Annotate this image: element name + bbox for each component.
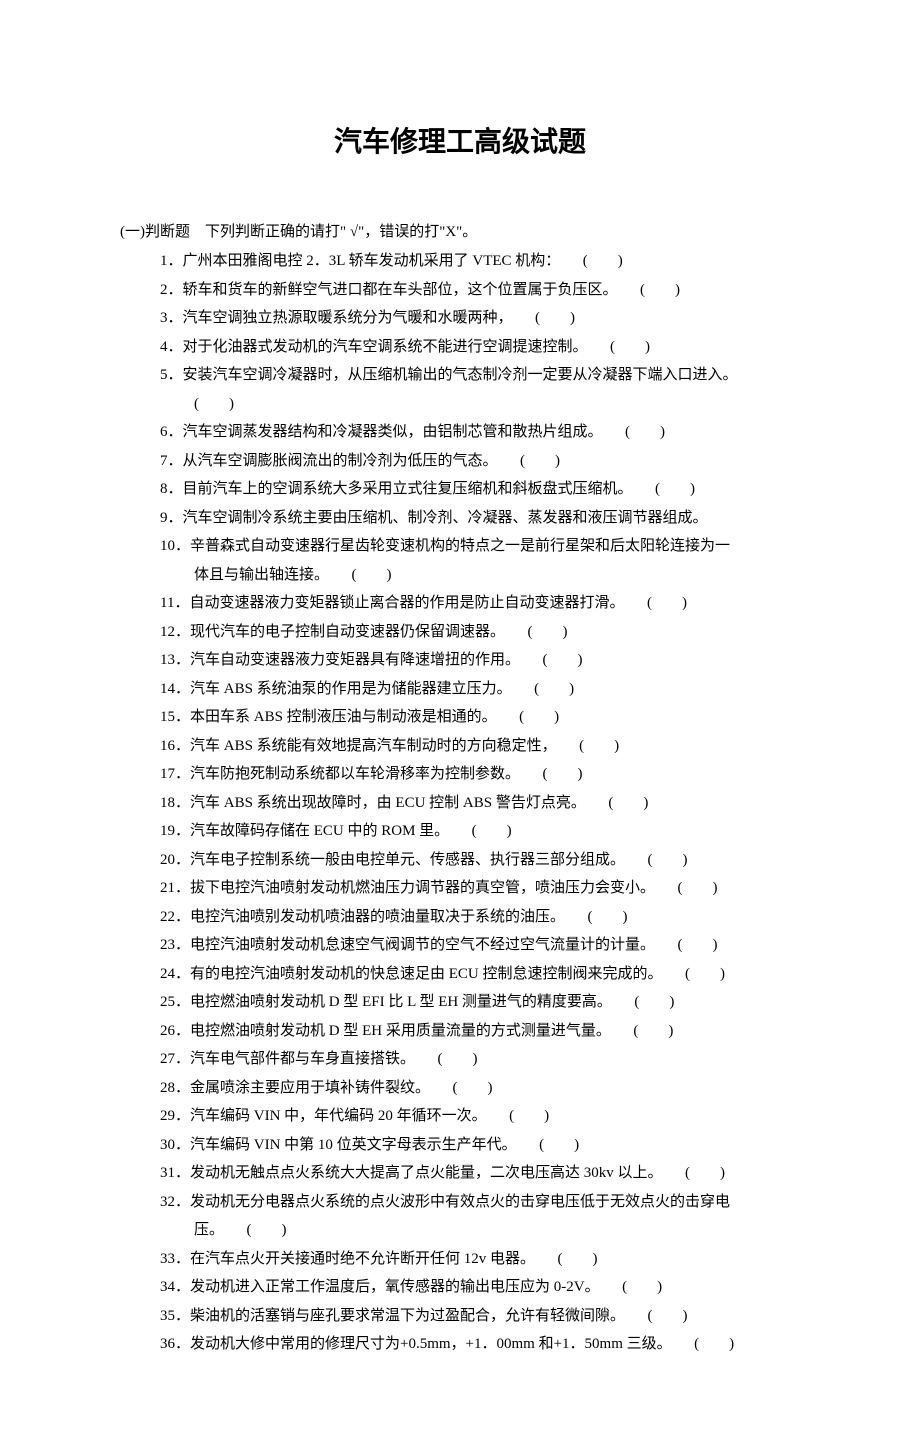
question-item: 21．拔下电控汽油喷射发动机燃油压力调节器的真空管，喷油压力会变小。 ( ) bbox=[160, 874, 800, 903]
question-item: 25．电控燃油喷射发动机 D 型 EFI 比 L 型 EH 测量进气的精度要高。… bbox=[160, 988, 800, 1017]
question-item: 9．汽车空调制冷系统主要由压缩机、制冷剂、冷凝器、蒸发器和液压调节器组成。 bbox=[160, 504, 800, 533]
question-item-continuation: 体且与输出轴连接。 ( ) bbox=[160, 561, 800, 590]
question-item: 19．汽车故障码存储在 ECU 中的 ROM 里。 ( ) bbox=[160, 817, 800, 846]
question-item: 8．目前汽车上的空调系统大多采用立式往复压缩机和斜板盘式压缩机。 ( ) bbox=[160, 475, 800, 504]
question-item: 4．对于化油器式发动机的汽车空调系统不能进行空调提速控制。 ( ) bbox=[160, 333, 800, 362]
question-item: 20．汽车电子控制系统一般由电控单元、传感器、执行器三部分组成。 ( ) bbox=[160, 846, 800, 875]
question-item: 28．金属喷涂主要应用于填补铸件裂纹。 ( ) bbox=[160, 1074, 800, 1103]
question-item: 7．从汽车空调膨胀阀流出的制冷剂为低压的气态。 ( ) bbox=[160, 447, 800, 476]
question-item: 24．有的电控汽油喷射发动机的快怠速足由 ECU 控制怠速控制阀来完成的。 ( … bbox=[160, 960, 800, 989]
document-page: 汽车修理工高级试题 (一)判断题 下列判断正确的请打" √"，错误的打"X"。 … bbox=[0, 0, 920, 1439]
question-item: 16．汽车 ABS 系统能有效地提高汽车制动时的方向稳定性， ( ) bbox=[160, 732, 800, 761]
question-item: 10．辛普森式自动变速器行星齿轮变速机构的特点之一是前行星架和后太阳轮连接为一 bbox=[160, 532, 800, 561]
question-item: 23．电控汽油喷射发动机怠速空气阀调节的空气不经过空气流量计的计量。 ( ) bbox=[160, 931, 800, 960]
question-item: 12．现代汽车的电子控制自动变速器仍保留调速器。 ( ) bbox=[160, 618, 800, 647]
question-item: 33．在汽车点火开关接通时绝不允许断开任何 12v 电器。 ( ) bbox=[160, 1245, 800, 1274]
question-item: 3．汽车空调独立热源取暖系统分为气暖和水暖两种， ( ) bbox=[160, 304, 800, 333]
question-item: 17．汽车防抱死制动系统都以车轮滑移率为控制参数。 ( ) bbox=[160, 760, 800, 789]
question-item: 36．发动机大修中常用的修理尺寸为+0.5mm，+1．00mm 和+1．50mm… bbox=[160, 1330, 800, 1359]
question-item: 32．发动机无分电器点火系统的点火波形中有效点火的击穿电压低于无效点火的击穿电 bbox=[160, 1188, 800, 1217]
question-item: 11．自动变速器液力变矩器锁止离合器的作用是防止自动变速器打滑。 ( ) bbox=[160, 589, 800, 618]
question-item: 35．柴油机的活塞销与座孔要求常温下为过盈配合，允许有轻微间隙。 ( ) bbox=[160, 1302, 800, 1331]
question-item: 27．汽车电气部件都与车身直接搭铁。 ( ) bbox=[160, 1045, 800, 1074]
question-item: 26．电控燃油喷射发动机 D 型 EH 采用质量流量的方式测量进气量。 ( ) bbox=[160, 1017, 800, 1046]
question-item: 31．发动机无触点点火系统大大提高了点火能量，二次电压高达 30kv 以上。 (… bbox=[160, 1159, 800, 1188]
question-list: 1．广州本田雅阁电控 2．3L 轿车发动机采用了 VTEC 机构： ( )2．轿… bbox=[120, 247, 800, 1359]
question-item: 18．汽车 ABS 系统出现故障时，由 ECU 控制 ABS 警告灯点亮。 ( … bbox=[160, 789, 800, 818]
question-item: 6．汽车空调蒸发器结构和冷凝器类似，由铝制芯管和散热片组成。 ( ) bbox=[160, 418, 800, 447]
question-item: 14．汽车 ABS 系统油泵的作用是为储能器建立压力。 ( ) bbox=[160, 675, 800, 704]
question-item: 2．轿车和货车的新鲜空气进口都在车头部位，这个位置属于负压区。 ( ) bbox=[160, 276, 800, 305]
document-title: 汽车修理工高级试题 bbox=[120, 120, 800, 160]
question-item: 22．电控汽油喷别发动机喷油器的喷油量取决于系统的油压。 ( ) bbox=[160, 903, 800, 932]
question-item: 30．汽车编码 VIN 中第 10 位英文字母表示生产年代。 ( ) bbox=[160, 1131, 800, 1160]
question-item: 13．汽车自动变速器液力变矩器具有降速增扭的作用。 ( ) bbox=[160, 646, 800, 675]
section-intro: (一)判断题 下列判断正确的请打" √"，错误的打"X"。 bbox=[120, 220, 800, 241]
question-item-continuation: ( ) bbox=[160, 390, 800, 419]
question-item-continuation: 压。 ( ) bbox=[160, 1216, 800, 1245]
question-item: 5．安装汽车空调冷凝器时，从压缩机输出的气态制冷剂一定要从冷凝器下端入口进入。 bbox=[160, 361, 800, 390]
question-item: 34．发动机进入正常工作温度后，氧传感器的输出电压应为 0-2V。 ( ) bbox=[160, 1273, 800, 1302]
question-item: 1．广州本田雅阁电控 2．3L 轿车发动机采用了 VTEC 机构： ( ) bbox=[160, 247, 800, 276]
question-item: 29．汽车编码 VIN 中，年代编码 20 年循环一次。 ( ) bbox=[160, 1102, 800, 1131]
question-item: 15．本田车系 ABS 控制液压油与制动液是相通的。 ( ) bbox=[160, 703, 800, 732]
